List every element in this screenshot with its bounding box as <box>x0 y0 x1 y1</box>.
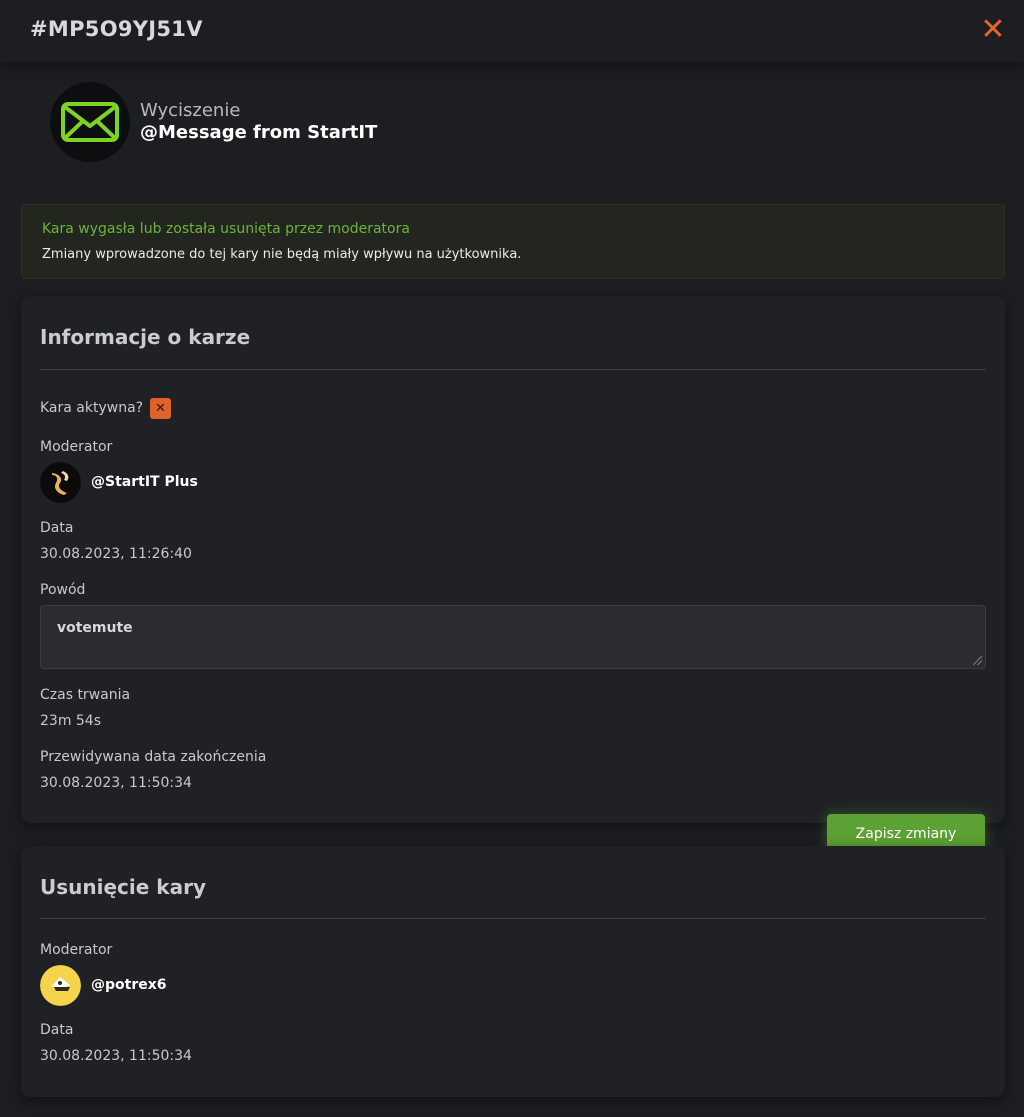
alert-title: Kara wygasła lub została usunięta przez … <box>42 221 410 237</box>
date-value: 30.08.2023, 11:26:40 <box>40 546 192 562</box>
removal-moderator-label: Moderator <box>40 942 113 958</box>
end-date-label: Przewidywana data zakończenia <box>40 749 267 765</box>
reason-text: votemute <box>57 620 133 636</box>
info-card: Informacje o karze Kara aktywna? ✕ Moder… <box>21 296 1005 823</box>
inactive-badge: ✕ <box>150 398 171 419</box>
punishment-modal: #MP5O9YJ51V ✕ Wyciszenie @Message from S… <box>0 0 1024 1117</box>
reason-input[interactable]: votemute <box>40 605 986 669</box>
envelope-icon <box>50 82 130 162</box>
alert-text: Zmiany wprowadzone do tej kary nie będą … <box>42 247 522 262</box>
active-label: Kara aktywna? <box>40 400 144 416</box>
punishment-type: Wyciszenie <box>140 100 241 121</box>
divider <box>40 369 986 370</box>
moderator-name: @StartIT Plus <box>91 474 198 490</box>
end-date-value: 30.08.2023, 11:50:34 <box>40 775 192 791</box>
removal-date-value: 30.08.2023, 11:50:34 <box>40 1048 192 1064</box>
removal-card-title: Usunięcie kary <box>40 875 206 899</box>
duration-value: 23m 54s <box>40 713 102 729</box>
removal-card: Usunięcie kary Moderator @potrex6 Data 3… <box>21 846 1005 1097</box>
date-label: Data <box>40 520 74 536</box>
removal-date-label: Data <box>40 1022 74 1038</box>
reason-label: Powód <box>40 582 86 598</box>
removal-moderator-name: @potrex6 <box>91 977 167 993</box>
avatar <box>40 462 81 503</box>
case-id: #MP5O9YJ51V <box>30 17 203 41</box>
duration-label: Czas trwania <box>40 687 131 703</box>
expired-alert: Kara wygasła lub została usunięta przez … <box>21 204 1005 279</box>
moderator-label: Moderator <box>40 439 113 455</box>
modal-header: #MP5O9YJ51V ✕ <box>0 0 1024 62</box>
avatar <box>40 965 81 1006</box>
info-card-title: Informacje o karze <box>40 325 251 349</box>
divider <box>40 918 986 919</box>
resize-handle[interactable] <box>973 656 982 665</box>
close-icon[interactable]: ✕ <box>980 15 1006 45</box>
punishment-target: @Message from StartIT <box>140 122 378 143</box>
